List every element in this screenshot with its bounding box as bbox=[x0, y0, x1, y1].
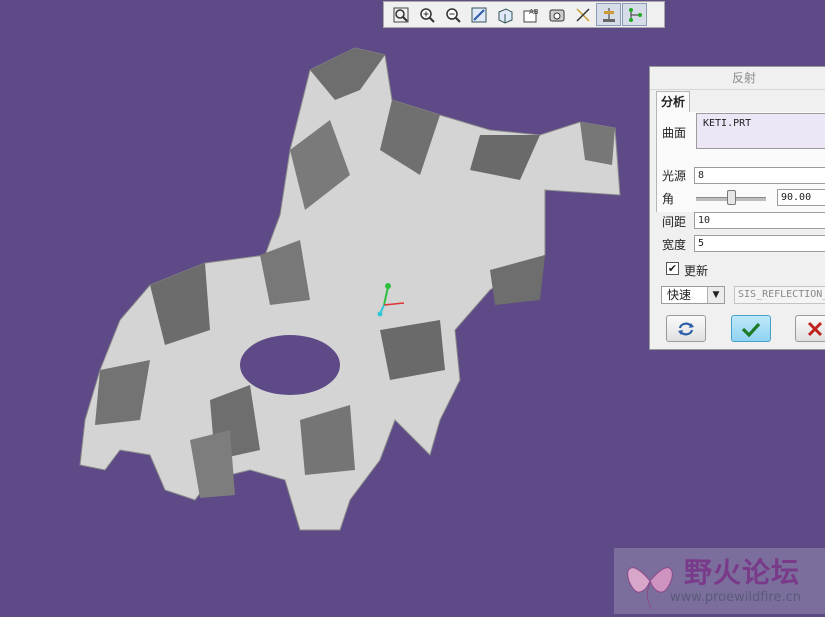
quick-select[interactable]: 快速 ▼ bbox=[661, 286, 725, 304]
spacing-label: 间距 bbox=[662, 215, 687, 229]
width-label: 宽度 bbox=[662, 238, 687, 252]
watermark-title: 野火论坛 bbox=[684, 556, 801, 589]
surface-collector[interactable]: KETI.PRT bbox=[696, 113, 825, 149]
light-input[interactable]: 8 bbox=[694, 167, 825, 184]
watermark-url: www.proewildfire.cn bbox=[670, 590, 801, 605]
triad-z-point bbox=[377, 311, 383, 317]
display-style-icon[interactable] bbox=[492, 3, 517, 26]
close-icon bbox=[807, 321, 823, 336]
triad-y-point bbox=[385, 283, 391, 289]
checkmark-icon bbox=[741, 322, 761, 337]
repaint-icon[interactable] bbox=[466, 3, 491, 26]
dialog-title: 反射 bbox=[650, 67, 825, 90]
repeat-button[interactable] bbox=[666, 315, 706, 342]
view-toolbar: AB bbox=[383, 1, 665, 28]
light-label: 光源 bbox=[662, 169, 687, 183]
model-stripe bbox=[580, 122, 615, 165]
surface-value: KETI.PRT bbox=[703, 118, 752, 129]
surface-label: 曲面 bbox=[662, 126, 687, 140]
model-stripe bbox=[380, 320, 445, 380]
svg-text:AB: AB bbox=[529, 8, 539, 16]
tab-analysis[interactable]: 分析 bbox=[656, 91, 690, 112]
point-display-icon[interactable] bbox=[622, 3, 647, 26]
angle-slider-thumb[interactable] bbox=[727, 190, 736, 205]
update-checkbox[interactable]: ✔ bbox=[666, 262, 679, 275]
spacing-input[interactable]: 10 bbox=[694, 212, 825, 229]
angle-label: 角 bbox=[662, 192, 675, 206]
saved-views-icon[interactable]: AB bbox=[518, 3, 543, 26]
reflection-dialog: 反射 分析 曲面 KETI.PRT 光源 8 角 90.00 间距 10 宽度 … bbox=[649, 66, 825, 350]
annotation-display-icon[interactable] bbox=[596, 3, 621, 26]
param-name-input[interactable]: SIS_REFLECTION_ bbox=[734, 286, 825, 304]
datum-display-icon[interactable] bbox=[570, 3, 595, 26]
cancel-button[interactable] bbox=[795, 315, 825, 342]
zoom-in-icon[interactable] bbox=[414, 3, 439, 26]
model-cockpit bbox=[240, 335, 340, 395]
zoom-out-icon[interactable] bbox=[440, 3, 465, 26]
view-manager-icon[interactable] bbox=[544, 3, 569, 26]
zoom-fit-icon[interactable] bbox=[388, 3, 413, 26]
update-label: 更新 bbox=[684, 264, 709, 278]
tab-bar: 分析 bbox=[656, 91, 825, 113]
refresh-icon bbox=[678, 322, 694, 335]
angle-input[interactable]: 90.00 bbox=[777, 189, 825, 206]
watermark: 野火论坛 www.proewildfire.cn bbox=[614, 548, 825, 614]
quick-select-value: 快速 bbox=[667, 288, 692, 302]
ok-button[interactable] bbox=[731, 315, 771, 342]
width-input[interactable]: 5 bbox=[694, 235, 825, 252]
chevron-down-icon: ▼ bbox=[707, 287, 724, 303]
